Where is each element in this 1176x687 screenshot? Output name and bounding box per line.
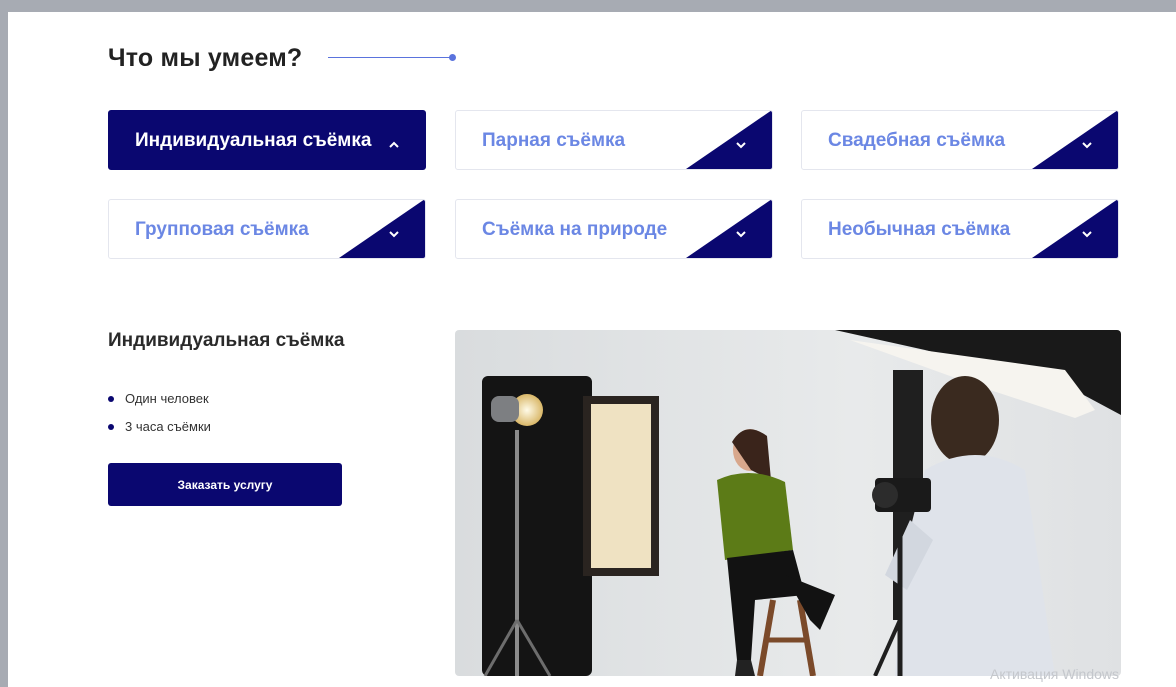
services-section: Что мы умеем? Индивидуальная съёмка Парн… (8, 12, 1176, 687)
dot-icon (108, 396, 114, 402)
tab-label: Съёмка на природе (482, 219, 668, 240)
chevron-down-icon (389, 231, 399, 238)
tab-label: Парная съёмка (482, 130, 626, 151)
tab-corner-decor (339, 200, 425, 258)
studio-photo-illustration (455, 330, 1121, 676)
tab-label: Необычная съёмка (828, 219, 1011, 240)
section-title: Что мы умеем? (108, 44, 303, 72)
tab-corner-decor (1032, 111, 1118, 169)
tab-unusual-shoot[interactable]: Необычная съёмка (801, 199, 1119, 259)
os-activation-watermark: Активация Windows (990, 666, 1120, 682)
tab-corner-decor (686, 111, 772, 169)
chevron-down-icon (736, 231, 746, 238)
title-decor-dot (449, 54, 456, 61)
tab-individual-shoot[interactable]: Индивидуальная съёмка (108, 110, 426, 170)
chevron-down-icon (1082, 231, 1092, 238)
order-service-button[interactable]: Заказать услугу (108, 463, 342, 506)
feature-item: Один человек (108, 390, 211, 418)
tab-wedding-shoot[interactable]: Свадебная съёмка (801, 110, 1119, 170)
dot-icon (108, 424, 114, 430)
service-photo (455, 330, 1121, 676)
tab-corner-decor (686, 200, 772, 258)
chevron-down-icon (736, 142, 746, 149)
feature-list: Один человек 3 часа съёмки (108, 390, 211, 446)
tab-corner-decor (1032, 200, 1118, 258)
feature-text: Один человек (125, 391, 209, 406)
tab-label: Групповая съёмка (135, 219, 309, 240)
chevron-up-icon (389, 141, 399, 148)
chevron-down-icon (1082, 142, 1092, 149)
tab-group-shoot[interactable]: Групповая съёмка (108, 199, 426, 259)
tab-pair-shoot[interactable]: Парная съёмка (455, 110, 773, 170)
tab-nature-shoot[interactable]: Съёмка на природе (455, 199, 773, 259)
tab-label: Индивидуальная съёмка (135, 130, 372, 151)
feature-text: 3 часа съёмки (125, 419, 211, 434)
title-decor-line (328, 57, 450, 58)
tab-label: Свадебная съёмка (828, 130, 1006, 151)
feature-item: 3 часа съёмки (108, 418, 211, 446)
detail-title: Индивидуальная съёмка (108, 330, 345, 351)
